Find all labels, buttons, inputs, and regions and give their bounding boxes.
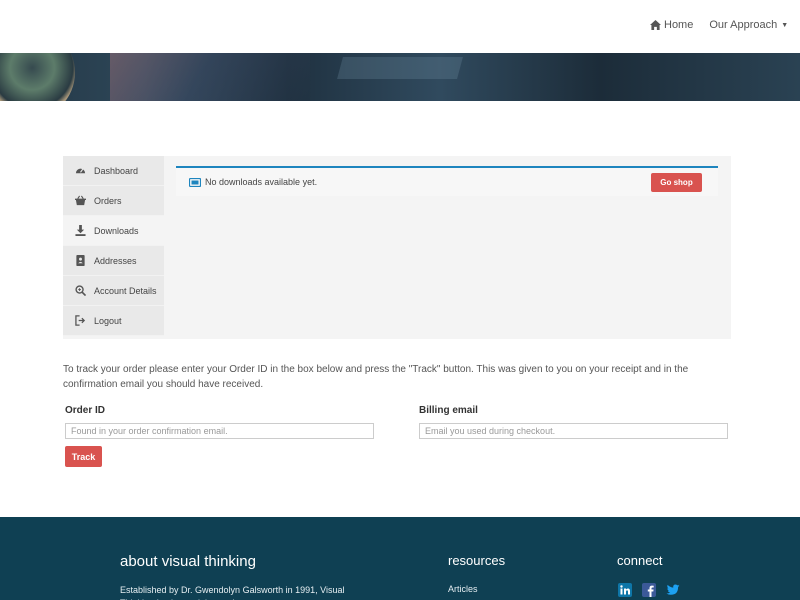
sidebar-item-account-details[interactable]: Account Details [63, 276, 164, 306]
home-icon [650, 20, 661, 30]
page: Home Our Approach ▼ P Dashboard [0, 0, 800, 600]
hero-image-detail [337, 57, 463, 79]
sidebar-item-label: Downloads [94, 225, 139, 236]
hero-image-detail [110, 53, 310, 101]
hero-image-detail [0, 53, 75, 101]
nav-our-approach-label: Our Approach [709, 19, 778, 31]
footer-resources-title: resources [448, 553, 506, 568]
sidebar-item-logout[interactable]: Logout [63, 306, 164, 336]
address-icon [76, 255, 85, 266]
sidebar-item-orders[interactable]: Orders [63, 186, 164, 216]
sidebar-item-label: Logout [94, 315, 122, 326]
sidebar-item-label: Dashboard [94, 165, 139, 176]
chevron-down-icon: ▼ [781, 21, 789, 29]
track-button[interactable]: Track [65, 446, 102, 467]
go-shop-button[interactable]: Go shop [651, 173, 702, 192]
sidebar-item-dashboard[interactable]: Dashboard [63, 156, 164, 186]
nav-home[interactable]: Home [650, 19, 693, 31]
downloads-notice: No downloads available yet. Go shop [176, 166, 718, 196]
billing-email-input[interactable] [419, 423, 728, 439]
search-icon [75, 285, 86, 296]
top-navigation: Home Our Approach ▼ P [0, 0, 800, 53]
facebook-icon[interactable] [642, 583, 656, 597]
download-icon [75, 225, 86, 236]
footer-about-title: about visual thinking [120, 553, 256, 570]
nav-home-label: Home [664, 19, 694, 31]
order-id-input[interactable] [65, 423, 374, 439]
dashboard-icon [75, 168, 86, 174]
sidebar-item-label: Addresses [94, 255, 137, 266]
sidebar-item-downloads[interactable]: Downloads [63, 216, 164, 246]
tracking-instructions: To track your order please enter your Or… [63, 364, 689, 390]
footer-about-text: Established by Dr. Gwendolyn Galsworth i… [120, 585, 345, 600]
nav-menu: Home Our Approach ▼ P [650, 19, 800, 31]
hero-banner [0, 53, 800, 101]
sidebar-item-label: Orders [94, 195, 122, 206]
account-sidebar: Dashboard Orders Downloads Addresses Acc… [63, 156, 164, 339]
footer-connect-title: connect [617, 553, 663, 568]
nav-our-approach[interactable]: Our Approach ▼ [709, 19, 788, 31]
info-icon [189, 177, 201, 187]
logout-icon [75, 315, 86, 326]
account-content: No downloads available yet. Go shop [176, 166, 718, 196]
footer: about visual thinking Established by Dr.… [0, 517, 800, 600]
sidebar-item-label: Account Details [94, 285, 157, 296]
notice-message: No downloads available yet. [205, 177, 318, 187]
twitter-icon[interactable] [666, 583, 680, 597]
account-panel: Dashboard Orders Downloads Addresses Acc… [63, 156, 731, 339]
billing-email-label: Billing email [419, 405, 478, 416]
linkedin-icon[interactable] [618, 583, 632, 597]
footer-link-articles[interactable]: Articles [448, 584, 478, 594]
sidebar-item-addresses[interactable]: Addresses [63, 246, 164, 276]
order-id-label: Order ID [65, 405, 106, 416]
basket-icon [75, 195, 86, 206]
